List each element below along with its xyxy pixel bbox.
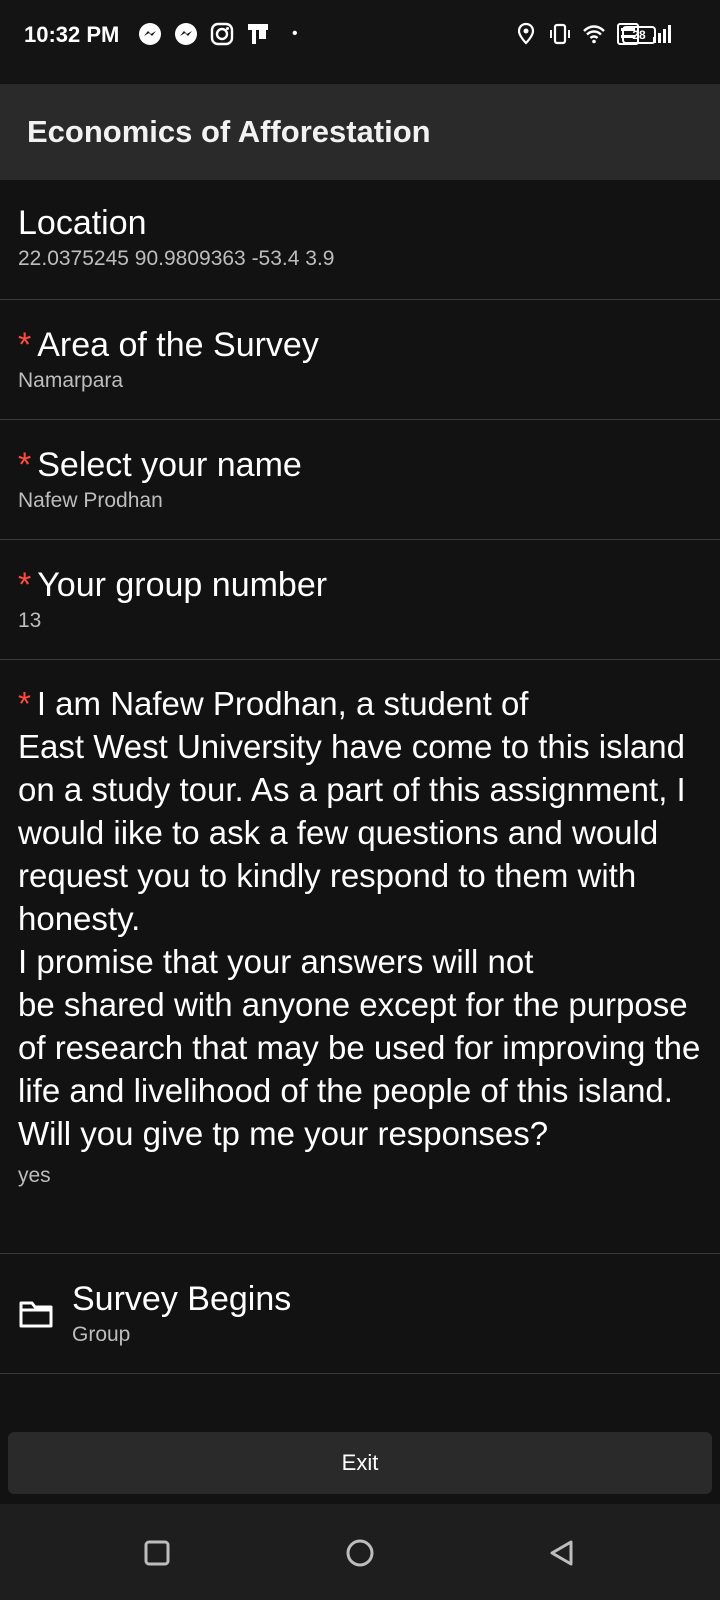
group-type: Group (72, 1323, 131, 1346)
app-bar: Economics of Afforestation (0, 84, 720, 180)
status-time: 10:32 PM (24, 22, 120, 47)
status-dot: • (292, 25, 298, 42)
question-label: Your group number (37, 566, 328, 604)
required-mark: * (18, 685, 31, 722)
exit-button[interactable]: Exit (8, 1432, 712, 1494)
question-label: I am Nafew Prodhan, a student of East We… (18, 685, 701, 1152)
answer-value: Namarpara (18, 369, 124, 392)
answer-value: yes (18, 1164, 51, 1187)
location-icon (517, 22, 535, 45)
list-item-group-number[interactable]: * Your group number 13 (0, 540, 720, 660)
navigation-bar (0, 1504, 720, 1600)
folder-icon (19, 1301, 53, 1328)
required-mark: * (18, 326, 32, 364)
question-label: Select your name (37, 446, 302, 484)
vibrate-icon (550, 23, 570, 45)
list-item-area[interactable]: * Area of the Survey Namarpara (0, 300, 720, 420)
form-hierarchy-list: Location 22.0375245 90.9809363 -53.4 3.9… (0, 180, 720, 1374)
instagram-icon (210, 22, 234, 46)
page-title: Economics of Afforestation (27, 114, 431, 149)
question-label: Area of the Survey (37, 326, 319, 364)
back-icon[interactable] (547, 1538, 577, 1568)
battery-level: 28 (632, 28, 646, 42)
notification-icons: • (138, 22, 298, 46)
list-item-location[interactable]: Location 22.0375245 90.9809363 -53.4 3.9 (0, 180, 720, 300)
home-icon[interactable] (345, 1538, 375, 1568)
answer-value: Nafew Prodhan (18, 489, 163, 512)
list-item-consent[interactable]: * I am Nafew Prodhan, a student of East W… (0, 660, 720, 1254)
notification-icon (248, 24, 268, 44)
battery-icon: 28 (622, 26, 656, 44)
answer-value: 22.0375245 90.9809363 -53.4 3.9 (18, 247, 335, 270)
status-bar: 10:32 PM • 28 (0, 0, 720, 82)
list-item-name[interactable]: * Select your name Nafew Prodhan (0, 420, 720, 540)
required-mark: * (18, 566, 32, 604)
wifi-icon (583, 25, 605, 44)
messenger-icon (175, 23, 197, 45)
list-item-survey-group[interactable]: Survey Begins Group (0, 1254, 720, 1374)
required-mark: * (18, 446, 32, 484)
messenger-icon (139, 23, 161, 45)
question-label: Location (18, 204, 147, 242)
answer-value: 13 (18, 609, 42, 632)
recents-icon[interactable] (142, 1538, 172, 1568)
group-label: Survey Begins (72, 1280, 292, 1318)
